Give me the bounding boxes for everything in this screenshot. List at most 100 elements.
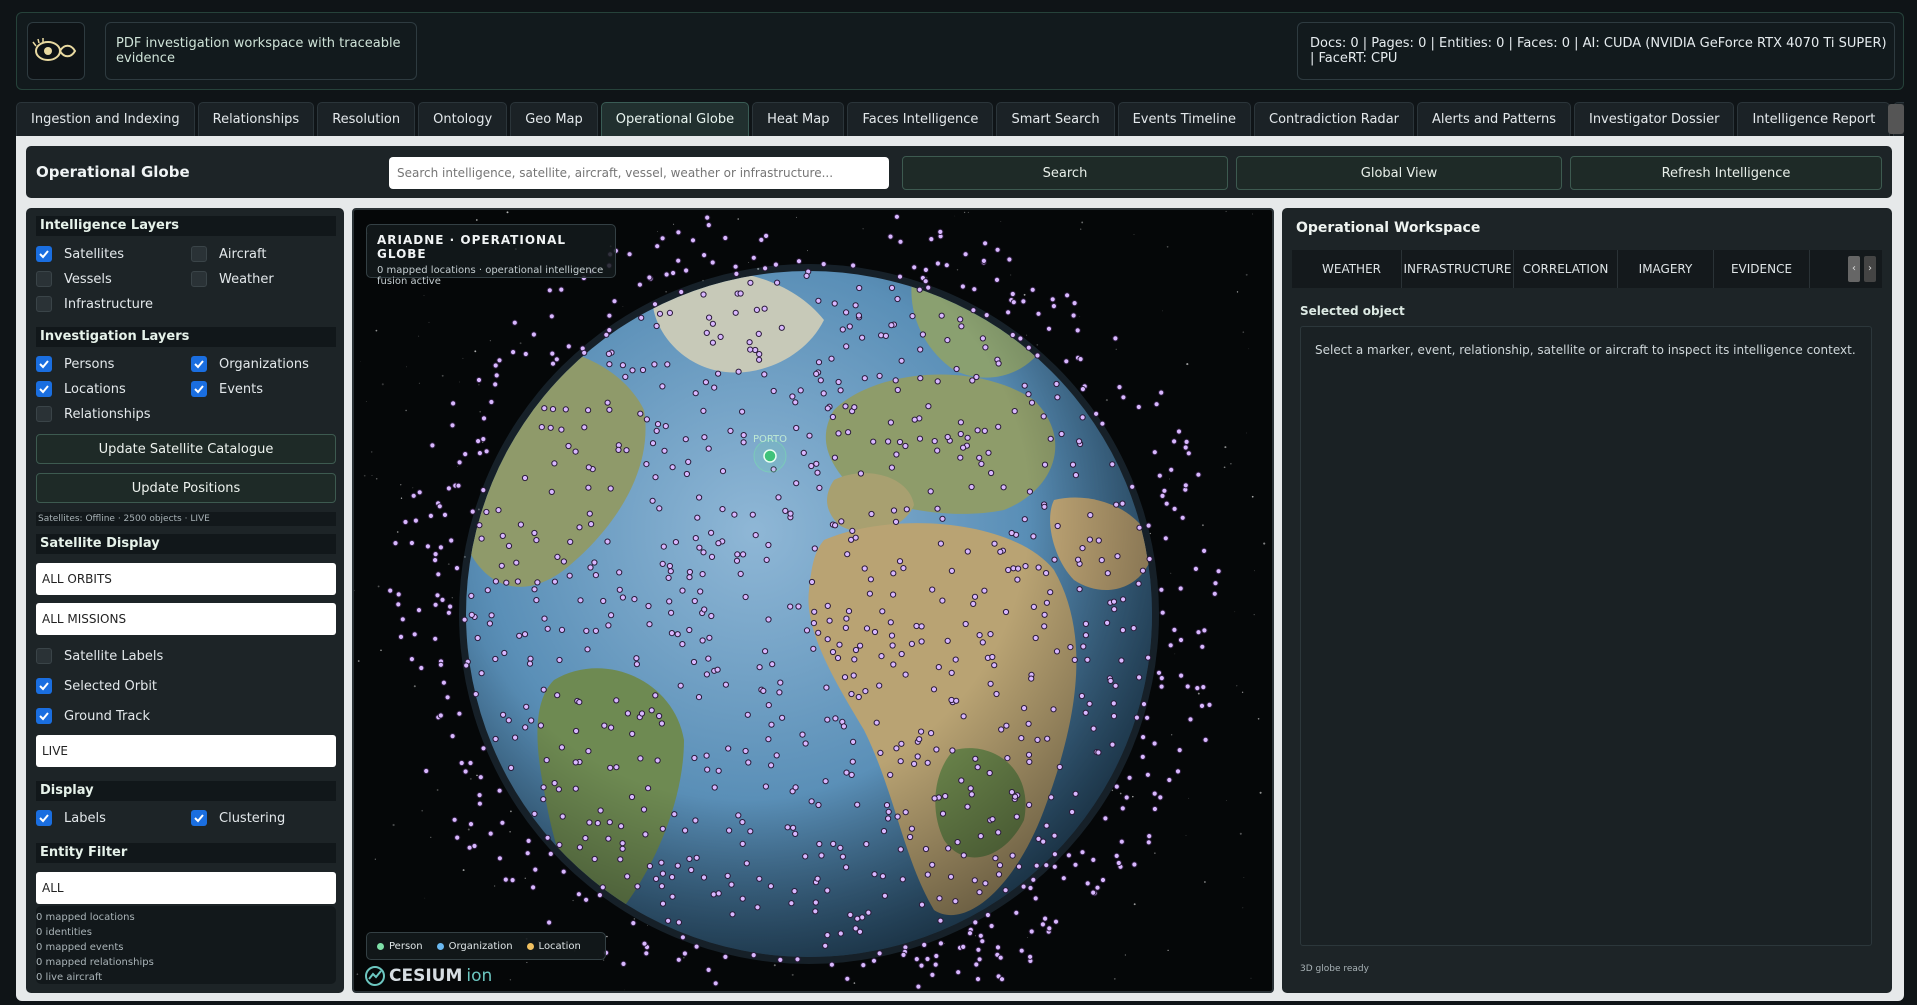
satellite-marker[interactable] — [691, 754, 698, 762]
satellite-marker[interactable] — [722, 234, 729, 242]
satellite-marker[interactable] — [829, 413, 836, 421]
satellite-marker[interactable] — [538, 424, 545, 431]
satellite-marker[interactable] — [496, 787, 503, 794]
satellite-marker[interactable] — [528, 717, 535, 724]
satellite-marker[interactable] — [1130, 625, 1137, 632]
satellite-marker[interactable] — [962, 620, 969, 628]
ground-track-checkbox[interactable]: Ground Track — [36, 708, 150, 724]
satellite-marker[interactable] — [668, 630, 675, 637]
satellite-marker[interactable] — [762, 783, 769, 790]
satellite-marker[interactable] — [830, 840, 837, 848]
satellite-marker[interactable] — [1157, 794, 1164, 801]
satellites-checkbox[interactable]: Satellites — [36, 246, 124, 262]
satellite-marker[interactable] — [659, 383, 666, 390]
satellite-marker[interactable] — [982, 344, 989, 351]
satellite-marker[interactable] — [1051, 832, 1058, 839]
satellite-marker[interactable] — [476, 800, 484, 807]
satellite-marker[interactable] — [789, 393, 796, 400]
satellite-marker[interactable] — [1140, 734, 1147, 741]
satellite-marker[interactable] — [558, 744, 565, 751]
satellite-labels-checkbox[interactable]: Satellite Labels — [36, 648, 163, 664]
satellite-marker[interactable] — [418, 664, 425, 672]
satellite-marker[interactable] — [959, 283, 967, 290]
satellite-marker[interactable] — [745, 759, 752, 766]
satellite-marker[interactable] — [555, 786, 562, 793]
satellite-marker[interactable] — [703, 671, 710, 678]
satellite-marker[interactable] — [810, 620, 817, 627]
satellite-marker[interactable] — [888, 322, 895, 329]
satellite-marker[interactable] — [854, 801, 861, 808]
satellite-marker[interactable] — [980, 257, 988, 265]
satellite-marker[interactable] — [756, 351, 763, 358]
satellite-marker[interactable] — [722, 953, 729, 961]
tab-infrastructure[interactable]: INFRASTRUCTURE — [1402, 250, 1514, 288]
satellite-marker[interactable] — [752, 532, 759, 539]
satellite-marker[interactable] — [929, 971, 936, 979]
satellite-marker[interactable] — [498, 562, 505, 569]
satellite-marker[interactable] — [937, 228, 944, 235]
satellite-marker[interactable] — [642, 831, 649, 838]
satellite-marker[interactable] — [640, 806, 648, 813]
satellite-marker[interactable] — [871, 871, 878, 878]
satellite-marker[interactable] — [432, 635, 439, 642]
satellite-marker[interactable] — [1070, 312, 1077, 319]
satellite-marker[interactable] — [900, 565, 907, 572]
satellite-marker[interactable] — [892, 518, 900, 525]
satellite-marker[interactable] — [688, 866, 695, 874]
satellite-marker[interactable] — [931, 795, 938, 802]
satellite-marker[interactable] — [1047, 589, 1054, 596]
search-button[interactable]: Search — [902, 156, 1228, 190]
satellite-marker[interactable] — [839, 853, 846, 860]
satellite-marker[interactable] — [1139, 753, 1146, 761]
satellite-marker[interactable] — [637, 410, 644, 417]
satellite-marker[interactable] — [696, 544, 703, 551]
satellite-marker[interactable] — [918, 623, 925, 630]
satellite-marker[interactable] — [1099, 876, 1107, 884]
satellite-marker[interactable] — [1098, 557, 1105, 564]
satellite-marker[interactable] — [877, 749, 884, 757]
satellite-marker[interactable] — [592, 572, 599, 579]
satellite-marker[interactable] — [1093, 410, 1100, 417]
satellite-marker[interactable] — [934, 447, 941, 454]
satellite-marker[interactable] — [938, 312, 945, 319]
satellite-marker[interactable] — [1110, 598, 1118, 605]
satellite-marker[interactable] — [832, 715, 839, 722]
satellite-marker[interactable] — [675, 257, 682, 264]
satellite-marker[interactable] — [733, 270, 740, 278]
satellite-marker[interactable] — [565, 343, 572, 350]
satellite-marker[interactable] — [703, 752, 710, 759]
satellite-marker[interactable] — [584, 646, 591, 653]
satellite-marker[interactable] — [726, 827, 733, 834]
satellite-marker[interactable] — [1029, 286, 1036, 293]
satellite-marker[interactable] — [1212, 580, 1219, 587]
satellite-marker[interactable] — [873, 719, 880, 726]
satellite-marker[interactable] — [824, 405, 831, 412]
satellite-marker[interactable] — [513, 559, 520, 566]
satellite-marker[interactable] — [924, 955, 931, 963]
satellite-marker[interactable] — [936, 895, 943, 902]
satellite-marker[interactable] — [867, 576, 875, 583]
satellite-marker[interactable] — [1113, 852, 1120, 860]
satellite-marker[interactable] — [883, 802, 891, 809]
satellite-marker[interactable] — [855, 693, 862, 701]
satellite-marker[interactable] — [756, 875, 763, 882]
satellite-marker[interactable] — [704, 766, 711, 773]
satellite-marker[interactable] — [585, 464, 592, 471]
satellite-marker[interactable] — [937, 917, 944, 924]
satellite-marker[interactable] — [576, 524, 583, 531]
satellite-marker[interactable] — [907, 833, 914, 841]
satellite-marker[interactable] — [586, 819, 593, 826]
satellite-marker[interactable] — [746, 339, 753, 346]
satellite-marker[interactable] — [1025, 391, 1032, 398]
satellite-marker[interactable] — [820, 261, 827, 268]
satellite-marker[interactable] — [909, 313, 916, 320]
satellite-marker[interactable] — [911, 416, 918, 423]
satellite-marker[interactable] — [606, 406, 613, 413]
satellite-marker[interactable] — [754, 904, 761, 911]
satellite-marker[interactable] — [1171, 438, 1178, 445]
satellite-marker[interactable] — [480, 415, 488, 422]
satellite-marker[interactable] — [997, 548, 1004, 555]
satellite-marker[interactable] — [1011, 408, 1018, 415]
satellite-marker[interactable] — [890, 661, 897, 668]
satellite-marker[interactable] — [986, 769, 993, 777]
